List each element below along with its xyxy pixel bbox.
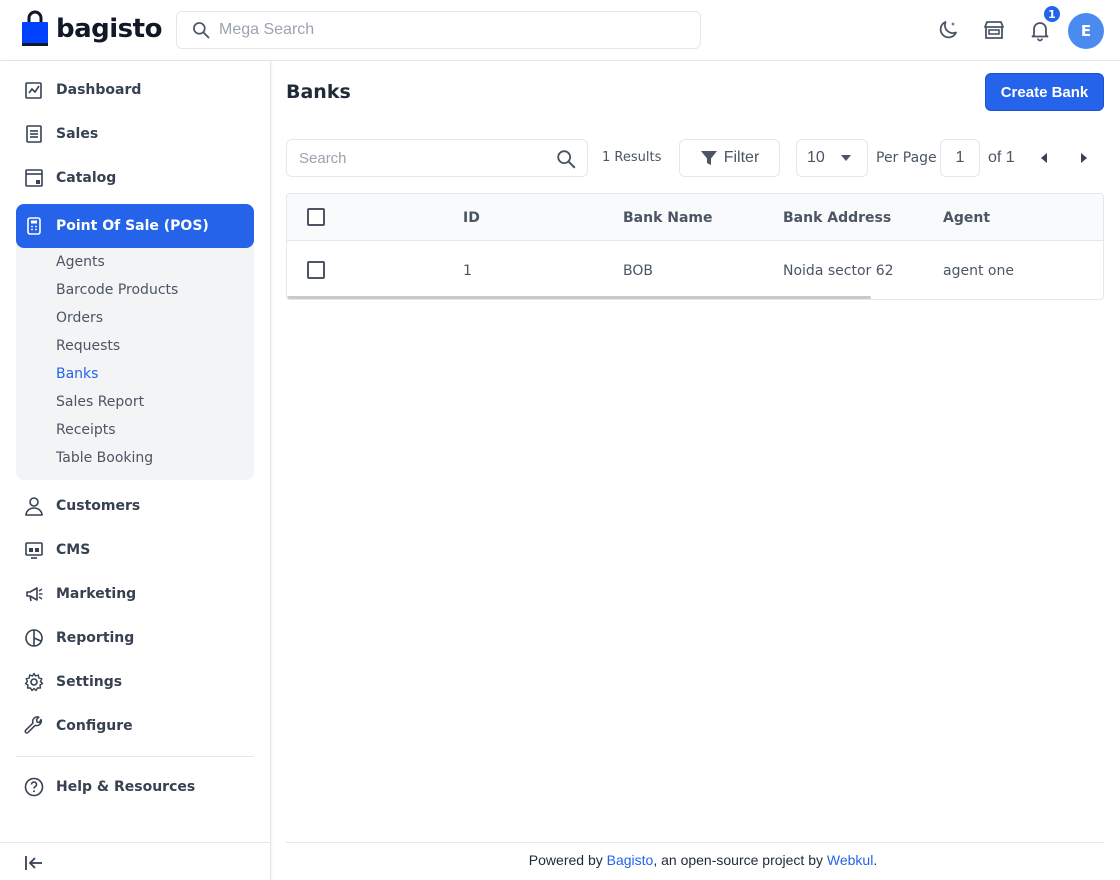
sidebar-item-marketing[interactable]: Marketing: [16, 572, 254, 616]
datagrid-search-box[interactable]: [286, 139, 588, 177]
wrench-icon: [24, 716, 44, 736]
submenu-item-banks[interactable]: Banks: [56, 366, 98, 382]
sidebar-item-dashboard[interactable]: Dashboard: [16, 68, 254, 112]
bagisto-logo[interactable]: bagisto: [20, 10, 162, 48]
sidebar-item-label: Sales: [56, 126, 99, 142]
dashboard-icon: [24, 80, 44, 100]
sidebar-item-reporting[interactable]: Reporting: [16, 616, 254, 660]
sidebar-item-label: CMS: [56, 542, 91, 558]
page-title: Banks: [286, 81, 351, 103]
collapse-arrow-icon: [25, 856, 42, 870]
catalog-icon: [24, 168, 44, 188]
page-total: of 1: [988, 149, 1015, 166]
sidebar-item-label: Point Of Sale (POS): [56, 218, 209, 234]
column-header-id[interactable]: ID: [463, 210, 480, 226]
search-icon[interactable]: [555, 148, 577, 174]
sidebar-item-help-resources[interactable]: Help & Resources: [16, 765, 254, 809]
submenu-item-barcode-products[interactable]: Barcode Products: [56, 282, 178, 298]
next-page-button[interactable]: [1078, 152, 1090, 164]
sidebar-item-settings[interactable]: Settings: [16, 660, 254, 704]
pie-chart-icon: [24, 628, 44, 648]
per-page-label: Per Page: [876, 150, 937, 166]
sidebar-item-sales[interactable]: Sales: [16, 112, 254, 156]
create-bank-button[interactable]: Create Bank: [985, 73, 1104, 111]
footer-divider: [286, 842, 1104, 843]
footer-prefix: Powered by: [528, 852, 607, 868]
submenu-item-agents[interactable]: Agents: [56, 254, 105, 270]
page-number-input[interactable]: 1: [940, 139, 980, 177]
store-icon: [984, 21, 1004, 39]
sidebar-item-label: Configure: [56, 718, 133, 734]
submenu-item-sales-report[interactable]: Sales Report: [56, 394, 144, 410]
sales-icon: [24, 124, 44, 144]
column-header-bank-name[interactable]: Bank Name: [623, 210, 713, 226]
caret-down-icon: [841, 155, 851, 161]
moon-icon: [939, 21, 957, 39]
select-all-checkbox[interactable]: [307, 208, 325, 226]
sidebar: Dashboard Sales Catalog Point Of Sale (P…: [0, 61, 271, 880]
sidebar-item-label: Dashboard: [56, 82, 142, 98]
storefront-button[interactable]: [981, 17, 1007, 43]
previous-page-button[interactable]: [1038, 152, 1050, 164]
submenu-item-table-booking[interactable]: Table Booking: [56, 450, 153, 466]
sidebar-footer-divider: [0, 842, 271, 843]
per-page-value: 10: [807, 149, 825, 166]
mega-search-input[interactable]: [219, 21, 689, 39]
filter-label: Filter: [723, 149, 760, 166]
column-header-agent[interactable]: Agent: [943, 210, 990, 226]
footer-middle: , an open-source project by: [653, 852, 827, 868]
sidebar-item-customers[interactable]: Customers: [16, 484, 254, 528]
horizontal-scrollbar[interactable]: [287, 296, 871, 299]
sidebar-item-label: Catalog: [56, 170, 117, 186]
mega-search-box[interactable]: [176, 11, 701, 49]
filter-button[interactable]: Filter: [679, 139, 780, 177]
page-footer: Powered by Bagisto, an open-source proje…: [286, 852, 1120, 868]
column-header-bank-address[interactable]: Bank Address: [783, 210, 891, 226]
bagisto-link[interactable]: Bagisto: [607, 852, 654, 868]
row-select-checkbox[interactable]: [307, 261, 325, 279]
logo-text: bagisto: [56, 14, 162, 44]
sidebar-item-cms[interactable]: CMS: [16, 528, 254, 572]
submenu-item-orders[interactable]: Orders: [56, 310, 103, 326]
results-count: 1 Results: [602, 150, 662, 165]
sidebar-divider: [16, 756, 254, 757]
user-avatar[interactable]: E: [1068, 13, 1104, 49]
sidebar-item-point-of-sale[interactable]: Point Of Sale (POS): [16, 204, 254, 248]
sidebar-item-label: Help & Resources: [56, 779, 196, 795]
cell-bank-name: BOB: [623, 263, 653, 279]
webkul-link[interactable]: Webkul: [827, 852, 873, 868]
sidebar-item-configure[interactable]: Configure: [16, 704, 254, 748]
search-icon: [193, 22, 210, 39]
caret-right-icon: [1081, 153, 1087, 163]
dark-mode-toggle[interactable]: [935, 17, 961, 43]
sidebar-item-label: Marketing: [56, 586, 137, 602]
sidebar-item-catalog[interactable]: Catalog: [16, 156, 254, 200]
cell-agent: agent one: [943, 263, 1014, 279]
notification-count-badge: 1: [1042, 4, 1062, 24]
filter-icon: [700, 149, 718, 167]
submenu-item-requests[interactable]: Requests: [56, 338, 120, 354]
sidebar-item-label: Customers: [56, 498, 141, 514]
collapse-sidebar-button[interactable]: [22, 851, 46, 875]
cell-bank-address: Noida sector 62: [783, 263, 894, 279]
help-icon: [24, 777, 44, 797]
caret-left-icon: [1041, 153, 1047, 163]
gear-icon: [24, 672, 44, 692]
megaphone-icon: [24, 584, 44, 604]
banks-table: ID Bank Name Bank Address Agent 1 BOB No…: [286, 193, 1104, 300]
table-header: ID Bank Name Bank Address Agent: [287, 194, 1103, 241]
top-header: bagisto 1 E: [0, 0, 1120, 61]
sidebar-item-label: Reporting: [56, 630, 135, 646]
per-page-select[interactable]: 10: [796, 139, 868, 177]
customers-icon: [24, 496, 44, 516]
submenu-item-receipts[interactable]: Receipts: [56, 422, 116, 438]
pos-icon: [24, 216, 44, 236]
sidebar-item-label: Settings: [56, 674, 123, 690]
cell-id: 1: [463, 263, 472, 279]
datagrid-search-input[interactable]: [299, 149, 549, 167]
cms-icon: [24, 540, 44, 560]
shopping-bag-logo-icon: [22, 10, 48, 46]
footer-suffix: .: [873, 852, 878, 868]
